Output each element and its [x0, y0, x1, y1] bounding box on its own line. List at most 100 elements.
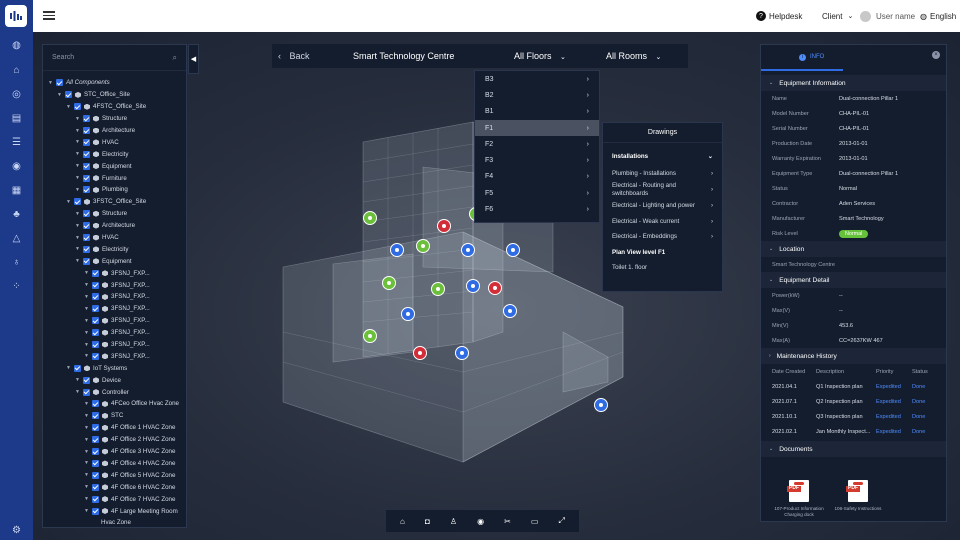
tree-node[interactable]: ▼ 4F Office 2 HVAC Zone: [43, 434, 186, 446]
tree-checkbox[interactable]: [83, 138, 90, 146]
person-icon[interactable]: ♙: [450, 517, 457, 526]
expand-arrow-icon[interactable]: ▼: [84, 496, 92, 502]
tree-node[interactable]: ▼ 3FSNJ_FXP...: [43, 327, 186, 339]
expand-arrow-icon[interactable]: ▼: [84, 401, 92, 407]
tree-checkbox[interactable]: [83, 210, 90, 218]
client-dropdown[interactable]: Client ⌄: [822, 0, 853, 32]
expand-arrow-icon[interactable]: ▼: [66, 199, 74, 205]
tree-checkbox[interactable]: [92, 352, 99, 360]
tree-checkbox[interactable]: [74, 198, 81, 206]
tree-node[interactable]: ▼ Electricity: [43, 148, 186, 160]
documents-header[interactable]: ⌄ Documents: [761, 441, 946, 457]
tree-checkbox[interactable]: [92, 293, 99, 301]
equipment-pin[interactable]: [455, 346, 469, 360]
tree-node[interactable]: ▼ 3FSNJ_FXP...: [43, 267, 186, 279]
expand-arrow-icon[interactable]: ▼: [66, 104, 74, 110]
tree-node[interactable]: ▼ 4FSTC_Office_Site: [43, 101, 186, 113]
iot-pin[interactable]: [416, 239, 430, 253]
tree-checkbox[interactable]: [92, 341, 99, 349]
tree-checkbox[interactable]: [83, 150, 90, 158]
tree-checkbox[interactable]: [92, 329, 99, 337]
floor-item[interactable]: F3 ›: [475, 152, 599, 168]
globe-icon[interactable]: ◍: [0, 35, 33, 55]
tree-checkbox[interactable]: [83, 388, 90, 396]
expand-arrow-icon[interactable]: ▼: [84, 413, 92, 419]
equipment-pin[interactable]: [506, 243, 520, 257]
expand-arrow-icon[interactable]: ▼: [84, 306, 92, 312]
floor-item[interactable]: F1 ›: [475, 119, 599, 137]
table-row[interactable]: 2021.10.1 Q3 Inspection plan Expedited Done: [761, 409, 946, 424]
tree-node[interactable]: ▼ 4F Office 6 HVAC Zone: [43, 481, 186, 493]
equipment-pin[interactable]: [461, 243, 475, 257]
grid-icon[interactable]: ▦: [0, 180, 33, 200]
eye-icon[interactable]: ◉: [477, 517, 484, 526]
location-icon[interactable]: ◉: [0, 156, 33, 176]
tree-node[interactable]: ▼ Controller: [43, 386, 186, 398]
warning-icon[interactable]: △: [0, 228, 33, 248]
iot-pin[interactable]: [382, 276, 396, 290]
tree-node[interactable]: Hvac Zone: [43, 517, 186, 529]
ruler-icon[interactable]: ▭: [531, 517, 539, 526]
tree-checkbox[interactable]: [74, 364, 81, 372]
tree-checkbox[interactable]: [92, 448, 99, 456]
equipment-pin[interactable]: [401, 307, 415, 321]
table-row[interactable]: 2021.07.1 Q2 Inspection plan Expedited Done: [761, 394, 946, 409]
drawing-item[interactable]: Toilet 1. floor: [603, 261, 722, 277]
tree-node[interactable]: ▼ 3FSNJ_FXP...: [43, 315, 186, 327]
expand-arrow-icon[interactable]: ▼: [75, 377, 83, 383]
tree-checkbox[interactable]: [74, 103, 81, 111]
floors-dropdown[interactable]: All Floors ⌄: [514, 51, 566, 61]
table-row[interactable]: 2021.04.1 Q1 Inspection plan Expedited Done: [761, 379, 946, 394]
tree-checkbox[interactable]: [92, 305, 99, 313]
tree-node[interactable]: ▼ Structure: [43, 113, 186, 125]
expand-arrow-icon[interactable]: ▼: [75, 175, 83, 181]
expand-arrow-icon[interactable]: ▼: [84, 342, 92, 348]
tree-checkbox[interactable]: [83, 234, 90, 242]
tree-checkbox[interactable]: [92, 459, 99, 467]
home-icon[interactable]: ⌂: [400, 517, 405, 526]
home-nav-icon[interactable]: ⌂: [0, 60, 33, 80]
expand-arrow-icon[interactable]: ▼: [75, 389, 83, 395]
tree-checkbox[interactable]: [92, 436, 99, 444]
tree-node[interactable]: ▼ 3FSNJ_FXP...: [43, 350, 186, 362]
app-logo[interactable]: [5, 5, 27, 27]
equipment-info-header[interactable]: ⌄ Equipment Information: [761, 75, 946, 91]
tree-checkbox[interactable]: [92, 483, 99, 491]
expand-arrow-icon[interactable]: ▼: [75, 235, 83, 241]
drawing-item[interactable]: Plan View level F1: [603, 245, 722, 261]
tree-node[interactable]: ▼ HVAC: [43, 232, 186, 244]
alert-pin[interactable]: [488, 281, 502, 295]
tree-node[interactable]: ▼ 3FSNJ_FXP...: [43, 291, 186, 303]
floor-item[interactable]: F5 ›: [475, 185, 599, 201]
settings-icon[interactable]: ⚙: [0, 520, 33, 540]
helpdesk-link[interactable]: ? Helpdesk: [756, 0, 802, 32]
expand-arrow-icon[interactable]: ▼: [84, 472, 92, 478]
tree-node[interactable]: ▼ 4F Office 7 HVAC Zone: [43, 493, 186, 505]
floor-item[interactable]: B1 ›: [475, 104, 599, 120]
fullscreen-icon[interactable]: ⤢: [559, 516, 565, 526]
document-item[interactable]: PDF 106-Safety Instructions: [829, 480, 887, 512]
search-icon[interactable]: ⌕: [173, 53, 177, 63]
tree-checkbox[interactable]: [92, 471, 99, 479]
expand-arrow-icon[interactable]: ▼: [48, 80, 56, 86]
expand-arrow-icon[interactable]: ▼: [84, 484, 92, 490]
tree-node[interactable]: ▼ Equipment: [43, 160, 186, 172]
pin-icon[interactable]: ♁: [0, 252, 33, 272]
iot-pin[interactable]: [363, 211, 377, 225]
tree-node[interactable]: ▼ All Components: [43, 77, 186, 89]
tree-checkbox[interactable]: [83, 376, 90, 384]
drawing-item[interactable]: Electrical - Lighting and power ›: [603, 198, 722, 214]
team-icon[interactable]: ♣: [0, 204, 33, 224]
language-selector[interactable]: ◍ English: [920, 0, 956, 32]
expand-arrow-icon[interactable]: ▼: [84, 270, 92, 276]
tree-node[interactable]: ▼ Device: [43, 374, 186, 386]
equipment-pin[interactable]: [503, 304, 517, 318]
tab-info[interactable]: i INFO: [761, 45, 843, 71]
tree-search[interactable]: Search ⌕: [43, 45, 186, 71]
camera-icon[interactable]: ◘: [425, 517, 430, 526]
table-row[interactable]: 2021.02.1 Jan Monthly Inspect... Expedited…: [761, 424, 946, 439]
floor-item[interactable]: F2 ›: [475, 136, 599, 152]
expand-arrow-icon[interactable]: ▼: [75, 116, 83, 122]
drawing-item[interactable]: Plumbing - Installations ›: [603, 167, 722, 183]
document-icon[interactable]: ▤: [0, 108, 33, 128]
